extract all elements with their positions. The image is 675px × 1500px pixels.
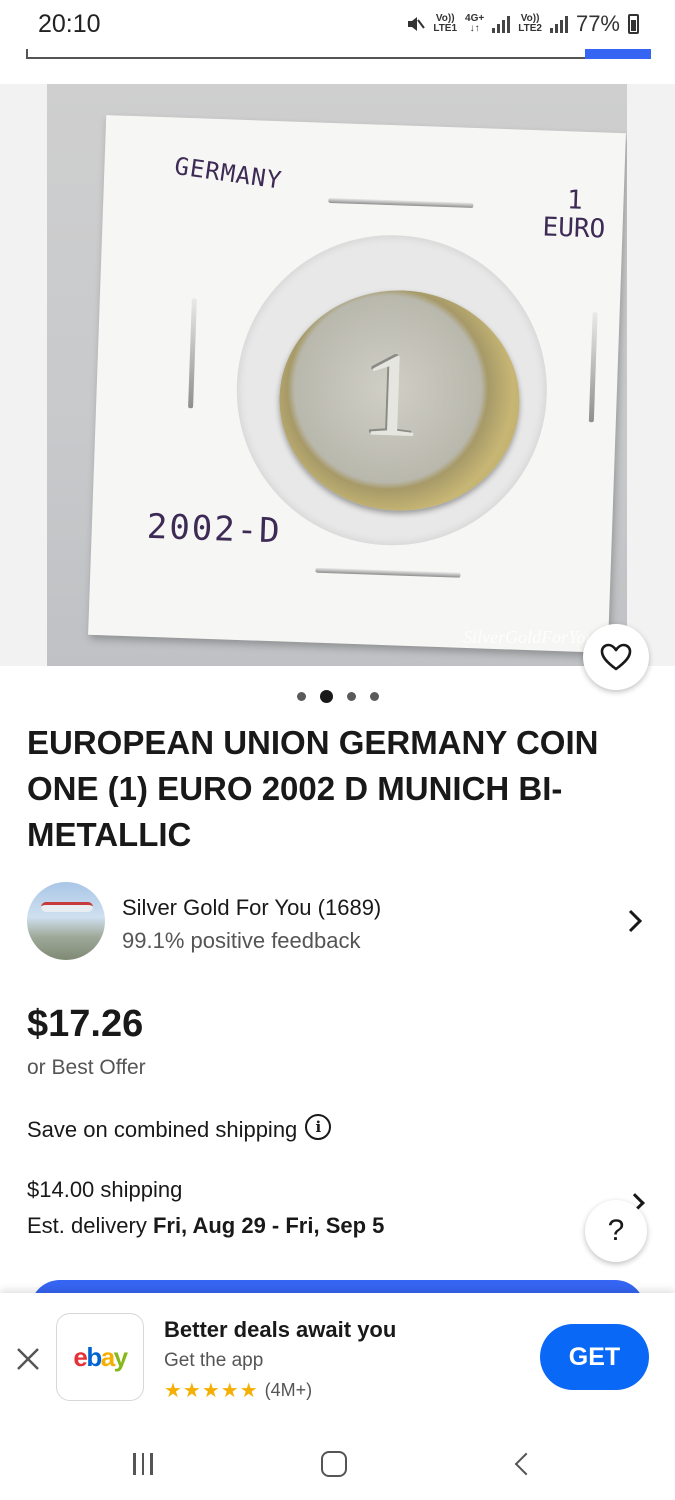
status-bar: 20:10 Vo)) LTE1 4G+ ↓↑ Vo)) LTE2 77% xyxy=(0,0,675,50)
battery-percent: 77% xyxy=(575,11,620,36)
gallery-dot[interactable] xyxy=(346,692,356,701)
status-icons: Vo)) LTE1 4G+ ↓↑ Vo)) LTE2 77% xyxy=(405,11,639,37)
delivery-estimate: Est. delivery Fri, Aug 29 - Fri, Sep 5 xyxy=(27,1213,384,1239)
shipping-cost: $14.00 shipping xyxy=(27,1177,183,1202)
sim2-label: Vo)) LTE2 xyxy=(518,13,542,34)
close-icon[interactable] xyxy=(14,1345,42,1373)
gallery-dot-active[interactable] xyxy=(319,690,333,703)
gallery-dot[interactable] xyxy=(296,692,306,701)
search-input[interactable] xyxy=(26,49,586,59)
handwritten-year: 2002-D xyxy=(146,506,283,552)
gallery-dot[interactable] xyxy=(369,692,379,701)
chevron-right-icon xyxy=(628,909,643,933)
seller-feedback: 99.1% positive feedback xyxy=(122,928,361,953)
get-app-button[interactable]: GET xyxy=(540,1324,649,1390)
handwritten-country: GERMANY xyxy=(172,151,284,195)
signal-icon xyxy=(492,15,511,33)
image-gallery[interactable]: GERMANY 1 EURO 2002-D SilverGoldForYou E… xyxy=(0,84,675,666)
staple-right xyxy=(588,312,598,423)
banner-title: Better deals await you xyxy=(164,1317,397,1342)
mute-icon xyxy=(408,17,426,31)
listing-title: EUROPEAN UNION GERMANY COIN ONE (1) EURO… xyxy=(27,724,599,853)
watch-button[interactable] xyxy=(583,624,649,690)
sim1-label: Vo)) LTE1 xyxy=(433,13,458,34)
signal-icon-2 xyxy=(549,15,568,33)
status-time: 20:10 xyxy=(38,10,101,38)
recents-icon[interactable] xyxy=(133,1453,153,1475)
gallery-pagination xyxy=(0,690,675,703)
seller-row[interactable]: Silver Gold For You (1689) 99.1% positiv… xyxy=(27,882,652,962)
staple-bottom xyxy=(315,567,461,578)
search-button[interactable] xyxy=(585,49,651,59)
combined-shipping-label: Save on combined shipping xyxy=(27,1117,298,1142)
staple-left xyxy=(188,298,197,409)
delivery-prefix: Est. delivery xyxy=(27,1213,153,1238)
home-icon[interactable] xyxy=(321,1451,347,1477)
app-rating: ★★★★★ (4M+) xyxy=(164,1378,312,1403)
combined-shipping[interactable]: Save on combined shipping i xyxy=(27,1114,332,1143)
best-offer-label: or Best Offer xyxy=(27,1056,146,1079)
price: $17.26 xyxy=(27,1003,144,1045)
app-install-banner: ebay Better deals await you Get the app … xyxy=(0,1293,675,1418)
system-nav-bar xyxy=(0,1418,675,1500)
seller-avatar xyxy=(27,882,105,960)
item-photo[interactable]: GERMANY 1 EURO 2002-D SilverGoldForYou E… xyxy=(47,84,627,666)
heart-icon xyxy=(600,643,632,671)
seller-name: Silver Gold For You (1689) xyxy=(122,895,382,920)
handwritten-denomination: 1 EURO xyxy=(542,185,606,245)
network-type: 4G+ ↓↑ xyxy=(465,13,485,34)
star-rating-icon: ★★★★★ xyxy=(164,1380,259,1402)
info-icon[interactable]: i xyxy=(305,1114,332,1140)
back-icon[interactable] xyxy=(514,1452,538,1476)
help-button[interactable]: ? xyxy=(585,1200,647,1262)
staple-top xyxy=(328,197,474,208)
coin-flip-holder: GERMANY 1 EURO 2002-D xyxy=(88,115,626,653)
ebay-app-logo: ebay xyxy=(56,1313,144,1401)
banner-subtitle: Get the app xyxy=(164,1350,264,1371)
battery-icon xyxy=(628,14,639,34)
rating-count: (4M+) xyxy=(264,1380,313,1400)
delivery-dates: Fri, Aug 29 - Fri, Sep 5 xyxy=(152,1213,385,1238)
